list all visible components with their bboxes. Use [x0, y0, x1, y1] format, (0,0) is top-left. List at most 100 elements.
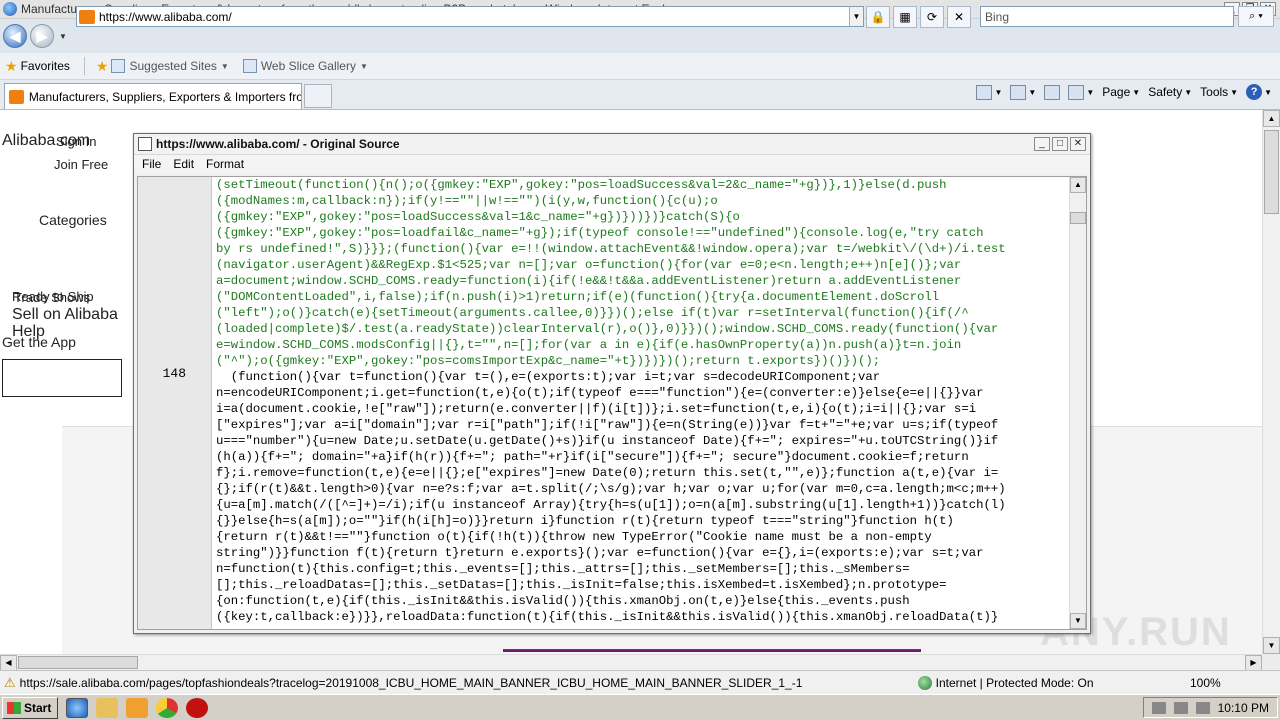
h-scroll-thumb[interactable]	[18, 656, 138, 669]
web-slice-gallery-label: Web Slice Gallery	[260, 59, 356, 73]
document-icon	[138, 137, 152, 151]
banner-slider[interactable]	[503, 649, 921, 652]
back-button[interactable]: ◀	[3, 24, 27, 48]
tab-alibaba[interactable]: Manufacturers, Suppliers, Exporters & Im…	[4, 83, 302, 109]
network-icon[interactable]	[1151, 701, 1166, 714]
page-menu[interactable]: Page ▼	[1102, 85, 1140, 99]
code-line: {};if(r(t)&&t.length>0){var n=e?s:f;var …	[216, 482, 1006, 496]
favorites-bar: ★ Favorites ★ Suggested Sites ▼ Web Slic…	[0, 53, 1280, 80]
scroll-right-button[interactable]: ▶	[1245, 655, 1262, 671]
code-line: u==="number"){u=new Date;u.setDate(u.get…	[216, 434, 999, 448]
scroll-down-button[interactable]: ▼	[1263, 637, 1280, 654]
sign-in-link[interactable]: Sign In	[56, 134, 96, 149]
scroll-thumb[interactable]	[1070, 212, 1086, 224]
code-line: ("DOMContentLoaded",i,false);if(n.push(i…	[216, 290, 940, 304]
taskbar: Start 10:10 PM	[0, 694, 1280, 720]
maximize-button[interactable]: □	[1052, 137, 1068, 151]
web-slice-gallery-item[interactable]: Web Slice Gallery ▼	[242, 59, 368, 73]
chrome-icon[interactable]	[156, 697, 179, 718]
code-line: {}}else{h=s(a[m]);o=""}if(h(i[h]=o)}}ret…	[216, 514, 954, 528]
tab-title: Manufacturers, Suppliers, Exporters & Im…	[28, 89, 301, 104]
code-line: ("^");o({gmkey:"EXP",gokey:"pos=comsImpo…	[216, 354, 881, 368]
code-line: ("left");o()}catch(e){setTimeout(argumen…	[216, 306, 969, 320]
internet-explorer-icon[interactable]	[66, 697, 89, 718]
forward-button[interactable]: ▶	[30, 24, 54, 48]
stop-icon[interactable]: ✕	[947, 6, 971, 28]
print-button[interactable]: ▼	[1068, 84, 1094, 100]
line-number-gutter: 148	[138, 177, 212, 629]
categories-link[interactable]: Categories	[39, 212, 107, 228]
zone-label: Internet | Protected Mode: On	[935, 675, 1094, 690]
home-button[interactable]: ▼	[976, 84, 1002, 100]
feeds-button[interactable]: ▼	[1010, 84, 1036, 100]
flag-icon[interactable]	[1195, 701, 1210, 714]
web-slice-icon	[242, 59, 257, 73]
status-bar: ⚠ https://sale.alibaba.com/pages/topfash…	[0, 670, 1280, 694]
source-window-controls: _ □ ✕	[1034, 137, 1086, 151]
address-actions: 🔒 ▦ ⟳ ✕	[866, 6, 971, 28]
search-button[interactable]: ⌕ ▾	[1238, 6, 1274, 27]
menu-edit[interactable]: Edit	[173, 157, 194, 171]
mail-button[interactable]	[1044, 84, 1061, 100]
address-dropdown-button[interactable]: ▼	[849, 7, 863, 26]
start-button[interactable]: Start	[2, 696, 59, 719]
page-horizontal-scrollbar[interactable]: ◀ ▶	[0, 654, 1262, 671]
security-zone[interactable]: Internet | Protected Mode: On	[917, 675, 1094, 690]
sell-on-alibaba-link[interactable]: Sell on Alibaba	[12, 306, 118, 324]
alibaba-favicon-icon	[9, 89, 24, 104]
scroll-left-button[interactable]: ◀	[0, 655, 17, 671]
source-vertical-scrollbar[interactable]: ▲ ▼	[1069, 177, 1086, 629]
volume-icon[interactable]	[1173, 701, 1188, 714]
compatibility-icon[interactable]: ▦	[893, 6, 917, 28]
code-line: a=document;window.SCHD_COMS.ready=functi…	[216, 274, 962, 288]
suggested-sites-item[interactable]: Suggested Sites ▼	[111, 59, 229, 73]
source-code-area[interactable]: 148 (setTimeout(function(){n();o({gmkey:…	[137, 176, 1087, 630]
home-icon	[976, 84, 993, 100]
media-player-icon[interactable]	[126, 697, 149, 718]
menu-file[interactable]: File	[142, 157, 161, 171]
chevron-down-icon: ▼	[359, 61, 368, 71]
tools-menu-label: Tools	[1200, 85, 1229, 99]
address-bar[interactable]: https://www.alibaba.com/ ▼	[76, 6, 864, 27]
system-tray: 10:10 PM	[1142, 697, 1278, 718]
scroll-down-button[interactable]: ▼	[1070, 613, 1086, 629]
folder-icon[interactable]	[96, 697, 119, 718]
tools-menu[interactable]: Tools ▼	[1200, 85, 1238, 99]
trade-shows-link[interactable]: Trade Shows	[14, 290, 90, 305]
code-line: (loaded|complete)$/.test(a.readyState))c…	[216, 322, 999, 336]
page-search-box[interactable]	[2, 359, 122, 397]
search-input[interactable]: Bing	[980, 6, 1234, 27]
status-url: https://sale.alibaba.com/pages/topfashio…	[19, 675, 803, 690]
code-line: by rs undefined!",S)}}};(function(){var …	[216, 242, 1006, 256]
favorites-button[interactable]: Favorites	[21, 59, 70, 73]
recent-pages-dropdown[interactable]: ▼	[59, 32, 67, 41]
ie-logo-icon	[3, 2, 17, 16]
close-button[interactable]: ✕	[1070, 137, 1086, 151]
code-line: ({key:t,callback:e})}},reloadData:functi…	[216, 610, 999, 624]
address-url[interactable]: https://www.alibaba.com/	[99, 10, 849, 24]
scrollbar-corner	[1262, 654, 1280, 670]
scroll-up-button[interactable]: ▲	[1070, 177, 1086, 193]
scroll-up-button[interactable]: ▲	[1263, 110, 1280, 127]
safety-menu[interactable]: Safety ▼	[1148, 85, 1192, 99]
join-free-link[interactable]: Join Free	[54, 157, 108, 172]
refresh-icon[interactable]: ⟳	[920, 6, 944, 28]
clock: 10:10 PM	[1217, 700, 1269, 715]
code-line: (setTimeout(function(){n();o({gmkey:"EXP…	[216, 178, 947, 192]
help-menu[interactable]: ? ▼	[1246, 84, 1272, 100]
line-number: 148	[162, 366, 186, 381]
safety-menu-label: Safety	[1148, 85, 1183, 99]
menu-format[interactable]: Format	[206, 157, 244, 171]
get-the-app-link[interactable]: Get the App	[2, 334, 76, 350]
zoom-level[interactable]: 100%	[1190, 676, 1221, 690]
lock-icon[interactable]: 🔒	[866, 6, 890, 28]
add-favorite-icon[interactable]: ★	[96, 58, 109, 75]
stop-sign-icon[interactable]	[186, 697, 209, 718]
code-text[interactable]: (setTimeout(function(){n();o({gmkey:"EXP…	[216, 177, 1068, 629]
rss-icon	[1010, 84, 1027, 100]
code-line: e=window.SCHD_COMS.modsConfig||{},t="",n…	[216, 338, 962, 352]
new-tab-button[interactable]	[304, 84, 332, 108]
minimize-button[interactable]: _	[1034, 137, 1050, 151]
scroll-thumb[interactable]	[1264, 130, 1279, 214]
page-vertical-scrollbar[interactable]: ▲ ▼	[1262, 110, 1280, 654]
